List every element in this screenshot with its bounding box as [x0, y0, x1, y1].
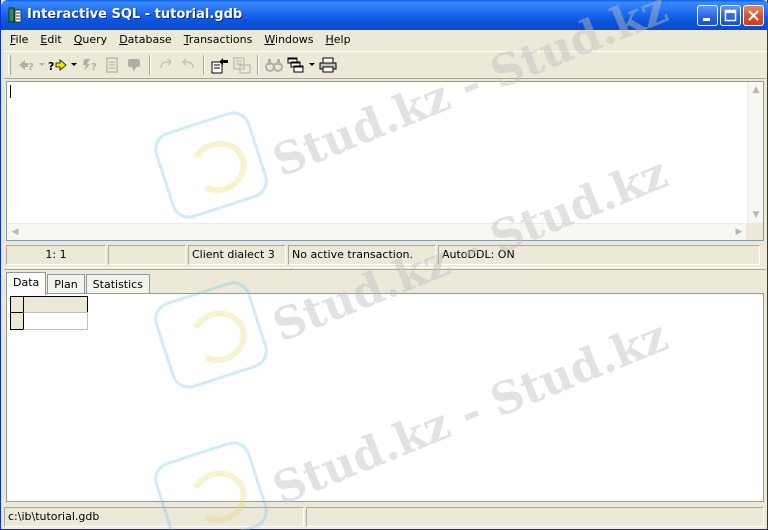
grid-row-indicator[interactable] [10, 312, 23, 330]
chevron-down-icon [39, 63, 45, 66]
svg-text:?: ? [48, 60, 54, 73]
menu-edit[interactable]: Edit [34, 31, 67, 49]
find-icon [265, 59, 283, 72]
redo-button[interactable] [155, 54, 177, 76]
maximize-button[interactable] [720, 5, 741, 26]
menu-file[interactable]: File [4, 31, 34, 49]
commit-icon [128, 59, 140, 72]
grid-column-header[interactable] [23, 296, 88, 313]
next-query-icon: ? [48, 59, 67, 73]
menu-database[interactable]: Database [113, 31, 178, 49]
window-title: Interactive SQL - tutorial.gdb [27, 7, 243, 22]
print-icon [319, 57, 337, 73]
main-window: Interactive SQL - tutorial.gdb File Edit… [0, 0, 768, 530]
menu-file-label: ile [15, 33, 29, 46]
load-script-button[interactable] [209, 54, 231, 76]
close-icon [748, 10, 759, 21]
prepare-button[interactable] [101, 54, 123, 76]
menu-query-label: uery [82, 33, 108, 46]
status-extra [306, 507, 764, 527]
autoddl-status: AutoDDL: ON [438, 245, 760, 265]
menu-help[interactable]: Help [319, 31, 356, 49]
editor-status-bar: 1: 1 Client dialect 3 No active transact… [6, 245, 764, 265]
commit-button[interactable] [123, 54, 145, 76]
chevron-down-icon [309, 63, 315, 66]
menu-database-label: atabase [127, 33, 172, 46]
database-path: c:\ib\tutorial.gdb [4, 507, 304, 527]
scrollbar-corner [746, 223, 763, 240]
toolbar-separator [203, 55, 205, 75]
title-bar[interactable]: Interactive SQL - tutorial.gdb [1, 0, 768, 30]
grid-corner[interactable] [10, 296, 23, 313]
editor-status-empty [108, 245, 186, 265]
menu-windows-accel: W [264, 33, 276, 46]
close-button[interactable] [743, 5, 764, 26]
previous-query-dropdown[interactable] [37, 54, 47, 76]
toolbar: ? ? ? [4, 51, 766, 79]
transaction-status: No active transaction. [288, 245, 436, 265]
menu-windows[interactable]: Windows [258, 31, 319, 49]
chevron-down-icon [71, 63, 77, 66]
toolbar-grip[interactable] [8, 55, 11, 75]
text-caret [10, 85, 11, 98]
result-tabs: Data Plan Statistics [6, 270, 151, 295]
app-icon [8, 7, 22, 23]
minimize-button[interactable] [697, 5, 718, 26]
cascade-icon [287, 57, 304, 73]
scroll-up-icon[interactable]: ▲ [748, 82, 764, 98]
tab-plan[interactable]: Plan [47, 274, 85, 294]
menu-edit-label: dit [47, 33, 62, 46]
previous-query-button[interactable]: ? [15, 54, 37, 76]
tab-statistics[interactable]: Statistics [85, 274, 150, 294]
grid-cell[interactable] [23, 312, 88, 330]
undo-button[interactable] [177, 54, 199, 76]
toolbar-separator [257, 55, 259, 75]
cascade-dropdown[interactable] [307, 54, 317, 76]
print-button[interactable] [317, 54, 339, 76]
menu-help-label: elp [333, 33, 351, 46]
previous-query-icon: ? [19, 60, 34, 73]
save-script-button[interactable] [231, 54, 253, 76]
client-dialect: Client dialect 3 [188, 245, 286, 265]
menu-bar: File Edit Query Database Transactions Wi… [4, 30, 766, 50]
status-bar: c:\ib\tutorial.gdb [4, 507, 766, 527]
scroll-right-icon[interactable]: ▶ [731, 224, 747, 240]
minimize-icon [703, 18, 710, 21]
menu-transactions[interactable]: Transactions [178, 31, 259, 49]
redo-icon [160, 58, 172, 69]
menu-transactions-label: ransactions [188, 33, 253, 46]
menu-help-accel: H [325, 33, 334, 46]
scroll-left-icon[interactable]: ◀ [7, 224, 23, 240]
cursor-position: 1: 1 [6, 245, 106, 265]
prepare-icon [106, 57, 118, 73]
execute-query-button[interactable]: ? [79, 54, 101, 76]
menu-database-accel: D [119, 33, 128, 46]
editor-horizontal-scrollbar[interactable]: ◀ ▶ [7, 223, 747, 240]
menu-windows-label: indows [275, 33, 314, 46]
toolbar-separator [149, 55, 151, 75]
find-button[interactable] [263, 54, 285, 76]
scroll-down-icon[interactable]: ▼ [748, 207, 764, 223]
next-query-button[interactable]: ? [47, 54, 69, 76]
save-script-icon [233, 57, 251, 74]
svg-text:?: ? [91, 62, 97, 73]
load-script-icon [211, 58, 228, 74]
maximize-icon [724, 9, 737, 22]
data-grid-pane [6, 293, 764, 502]
cascade-button[interactable] [285, 54, 307, 76]
sql-editor[interactable]: ▲ ▼ ◀ ▶ [6, 81, 764, 241]
menu-query[interactable]: Query [68, 31, 113, 49]
editor-vertical-scrollbar[interactable]: ▲ ▼ [747, 82, 763, 223]
tab-data[interactable]: Data [6, 272, 47, 295]
undo-icon [182, 58, 194, 69]
execute-query-icon: ? [83, 59, 97, 73]
svg-text:?: ? [28, 62, 34, 73]
next-query-dropdown[interactable] [69, 54, 79, 76]
